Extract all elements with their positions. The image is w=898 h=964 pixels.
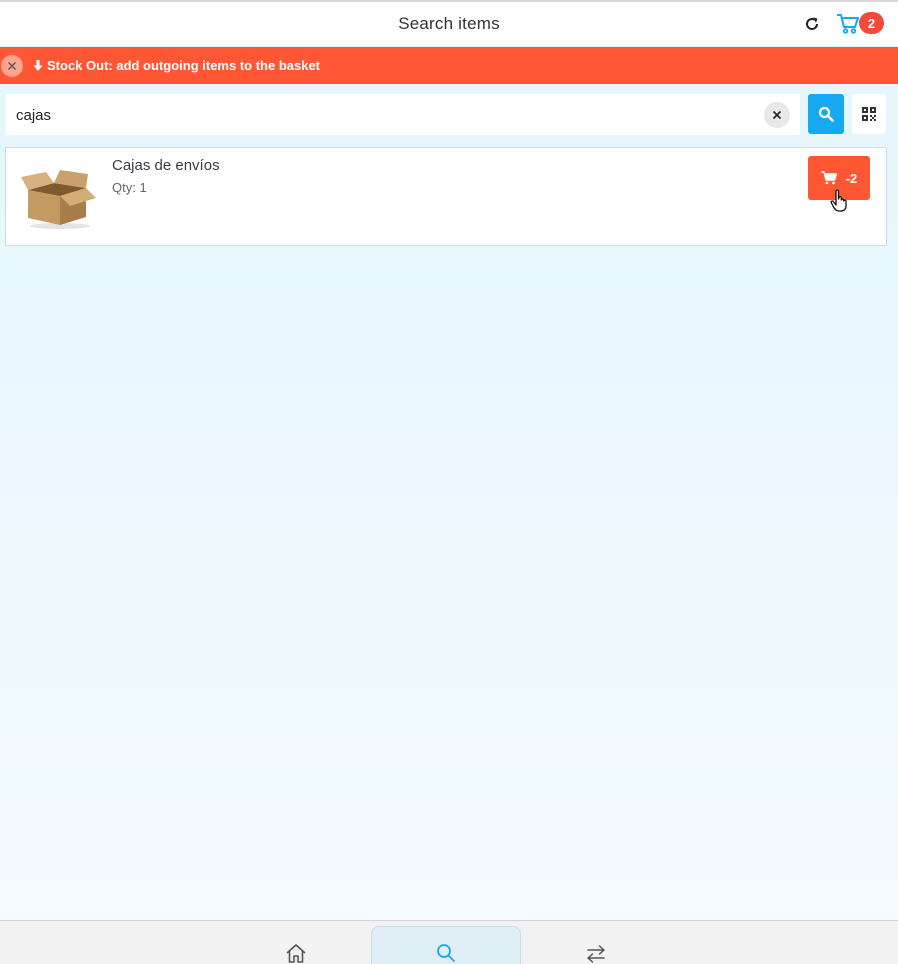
nav-transfer[interactable]	[570, 925, 622, 964]
cardboard-box-image	[21, 170, 96, 229]
item-name: Cajas de envíos	[112, 157, 220, 174]
stock-out-banner: Stock Out: add outgoing items to the bas…	[0, 47, 898, 84]
banner-text: Stock Out: add outgoing items to the bas…	[47, 58, 321, 73]
item-qty-label: Qty: 1	[112, 180, 147, 195]
banner-message: Stock Out: add outgoing items to the bas…	[33, 58, 320, 73]
nav-home[interactable]	[270, 925, 322, 964]
qr-code-icon	[862, 107, 876, 121]
search-button[interactable]	[808, 94, 844, 134]
bottom-navigation	[0, 920, 898, 964]
close-icon	[8, 62, 16, 70]
arrow-down-icon	[33, 59, 43, 71]
swap-arrows-icon	[587, 945, 605, 963]
search-field	[6, 94, 800, 135]
search-input[interactable]	[16, 104, 756, 126]
home-icon	[286, 944, 306, 963]
remove-from-stock-button[interactable]: -2	[808, 156, 870, 200]
nav-search[interactable]	[371, 926, 521, 964]
result-item[interactable]: Cajas de envíos Qty: 1 -2	[5, 147, 887, 246]
cart-icon	[821, 171, 837, 185]
refresh-icon	[806, 17, 819, 30]
search-icon	[818, 106, 834, 122]
page-title: Search items	[398, 14, 500, 33]
search-icon	[437, 944, 455, 962]
clear-search-button[interactable]	[764, 102, 790, 128]
app-header: Search items 2	[0, 2, 898, 46]
banner-close-button[interactable]	[1, 55, 23, 77]
item-quantity: Qty: 1	[112, 180, 147, 195]
close-icon	[772, 110, 782, 120]
cart-icon	[837, 14, 859, 34]
qr-scan-button[interactable]	[852, 94, 886, 134]
cart-count-badge: 2	[859, 12, 884, 34]
refresh-button[interactable]	[800, 12, 824, 36]
remove-count-label: -2	[845, 170, 858, 186]
cart-button[interactable]: 2	[836, 10, 888, 38]
